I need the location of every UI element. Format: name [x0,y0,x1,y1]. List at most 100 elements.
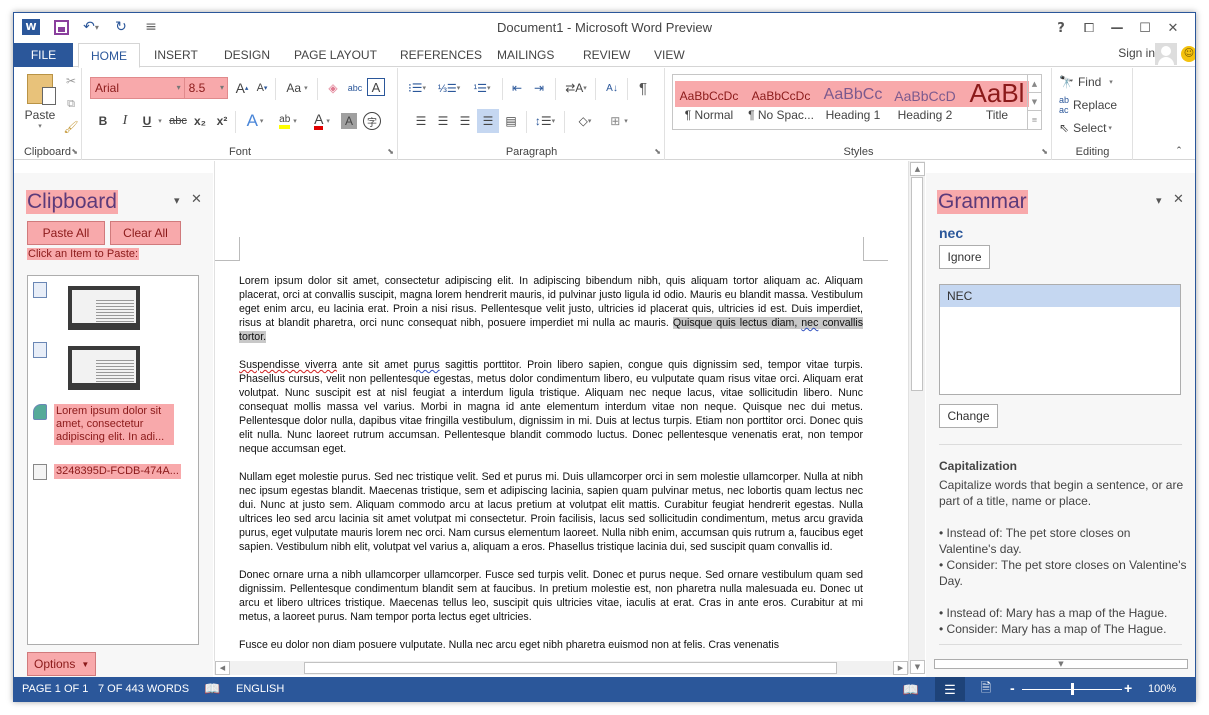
clear-all-button[interactable]: Clear All [110,221,181,245]
clipboard-item[interactable]: Lorem ipsum dolor sit amet, consectetur … [28,404,198,446]
help-button[interactable]: ? [1047,17,1075,39]
feedback-smiley-icon[interactable]: ☺ [1181,46,1195,62]
style-heading-1[interactable]: AaBbCc Heading 1 [817,79,889,127]
close-icon[interactable]: ✕ [1173,192,1184,207]
tab-view[interactable]: VIEW [642,43,697,67]
shrink-font-button[interactable]: A ▾ [253,78,271,98]
superscript-button[interactable]: x² [213,111,231,131]
vertical-scrollbar[interactable]: ▲ ▼ [908,161,925,674]
paste-all-button[interactable]: Paste All [27,221,105,245]
tab-page-layout[interactable]: PAGE LAYOUT [282,43,389,67]
page-count[interactable]: PAGE 1 OF 1 [22,683,88,695]
paragraph-launcher-icon[interactable]: ⬊ [654,147,661,156]
cut-icon[interactable]: ✂ [62,72,80,90]
change-case-button[interactable]: Aa ▾ [281,78,313,98]
word-count[interactable]: 7 OF 443 WORDS [98,683,189,695]
document-page[interactable]: Lorem ipsum dolor sit amet, consectetur … [215,161,909,674]
language[interactable]: ENGLISH [236,683,284,695]
styles-scroll-down-icon[interactable]: ▼ [1028,93,1041,111]
close-icon[interactable]: ✕ [191,192,202,207]
horizontal-scrollbar[interactable]: ◀ ▶ [214,661,908,675]
options-button[interactable]: Options ▼ [27,652,96,676]
zoom-slider-thumb[interactable] [1071,683,1074,695]
scroll-up-icon[interactable]: ▲ [910,162,925,176]
style-title[interactable]: AaBl Title [961,78,1033,127]
justify-button[interactable]: ☰ [477,109,499,133]
styles-more-icon[interactable]: ≡ [1028,111,1041,129]
borders-button[interactable]: ⊞ ▾ [605,111,633,131]
ignore-button[interactable]: Ignore [939,245,990,269]
bullets-button[interactable]: ⁝☰ ▾ [403,78,431,98]
style-heading-2[interactable]: AaBbCcD Heading 2 [889,79,961,127]
strikethrough-button[interactable]: abc [167,111,189,131]
pane-options-icon[interactable]: ▾ [174,194,180,207]
tab-design[interactable]: DESIGN [212,43,282,67]
clipboard-launcher-icon[interactable]: ⬊ [71,147,78,156]
vertical-scroll-thumb[interactable] [911,177,923,391]
show-formatting-marks-button[interactable]: ¶ [633,78,653,98]
style-no-spacing[interactable]: AaBbCcDc ¶ No Spac... [745,79,817,127]
decrease-indent-icon[interactable]: ⇤ [507,78,527,98]
distributed-icon[interactable]: ▤ [501,111,521,131]
tab-review[interactable]: REVIEW [571,43,642,67]
web-layout-icon[interactable]: 🗎 [971,677,1001,701]
clipboard-item[interactable]: 3248395D-FCDB-474A... [28,464,198,482]
format-painter-icon[interactable]: 🖌 [62,118,80,136]
horizontal-scroll-thumb[interactable] [304,662,837,674]
align-left-icon[interactable]: ☰ [411,111,431,131]
read-mode-icon[interactable]: 📖 [896,677,926,701]
replace-button[interactable]: ab ac Replace [1059,95,1117,115]
tab-file[interactable]: FILE [14,43,73,67]
increase-indent-icon[interactable]: ⇥ [529,78,549,98]
grammar-error[interactable]: nec [801,317,818,329]
spelling-error[interactable]: Suspendisse viverra [239,359,337,371]
scroll-left-icon[interactable]: ◀ [215,661,230,675]
copy-icon[interactable]: ⧉ [62,95,80,113]
style-normal[interactable]: AaBbCcDc ¶ Normal [673,79,745,127]
font-color-button[interactable]: A ▾ [307,111,337,131]
avatar[interactable] [1155,43,1177,65]
font-size-dropdown[interactable]: 8.5 ▾ [185,78,227,98]
character-border-icon[interactable]: A [367,78,385,96]
scroll-right-icon[interactable]: ▶ [893,661,908,675]
collapse-ribbon-icon[interactable]: ⌃ [1172,144,1186,156]
styles-launcher-icon[interactable]: ⬊ [1041,147,1048,156]
underline-dropdown-icon[interactable]: ▾ [155,111,165,131]
document-body[interactable]: Lorem ipsum dolor sit amet, consectetur … [239,274,863,666]
numbering-button[interactable]: ⅓☰ ▾ [435,78,463,98]
tab-mailings[interactable]: MAILINGS [485,43,566,67]
align-center-icon[interactable]: ☰ [433,111,453,131]
font-name-dropdown[interactable]: Arial ▾ [91,78,185,98]
scroll-down-icon[interactable]: ▼ [910,660,925,674]
font-launcher-icon[interactable]: ⬊ [387,147,394,156]
proofing-icon[interactable]: 📖 [204,681,220,697]
zoom-level[interactable]: 100% [1148,683,1176,695]
minimize-icon[interactable]: — [1103,17,1131,39]
line-spacing-button[interactable]: ↕ ☰ ▾ [531,111,559,131]
grammar-error[interactable]: purus [413,359,440,371]
multilevel-list-button[interactable]: ¹☰ ▾ [467,78,497,98]
zoom-in-button[interactable]: + [1124,680,1132,696]
zoom-out-button[interactable]: - [1010,680,1015,696]
grammar-pane-scroll-icon[interactable]: ▼ [934,659,1188,669]
character-shading-icon[interactable]: A [341,113,357,129]
paste-button[interactable]: Paste ▾ [22,74,58,130]
highlight-color-button[interactable]: ab ▾ [273,111,303,131]
clear-formatting-icon[interactable]: ◈ [323,78,343,98]
print-layout-icon[interactable]: ☰ [935,677,965,701]
find-button[interactable]: 🔭 Find ▾ [1059,72,1113,92]
phonetic-guide-icon[interactable]: abc [345,78,365,98]
pane-options-icon[interactable]: ▾ [1156,194,1162,207]
close-icon[interactable]: ✕ [1159,17,1187,39]
subscript-button[interactable]: x₂ [191,111,209,131]
align-right-icon[interactable]: ☰ [455,111,475,131]
clipboard-item[interactable] [28,282,198,332]
tab-home[interactable]: HOME [78,43,140,68]
italic-button[interactable]: I [117,111,133,131]
change-button[interactable]: Change [939,404,998,428]
styles-scroll-up-icon[interactable]: ▲ [1028,75,1041,93]
tab-insert[interactable]: INSERT [142,43,210,67]
grow-font-button[interactable]: A ▴ [233,78,251,98]
sort-icon[interactable]: A↓ [601,78,623,98]
text-effects-button[interactable]: A ▾ [241,111,269,131]
